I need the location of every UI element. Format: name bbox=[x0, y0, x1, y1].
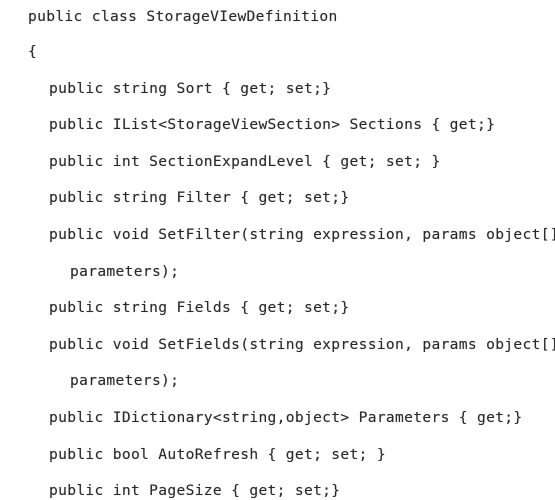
code-line: parameters); bbox=[70, 372, 180, 390]
code-line: public int PageSize { get; set;} bbox=[49, 482, 341, 500]
code-line: parameters); bbox=[70, 262, 180, 280]
code-line: public class StorageVIewDefinition bbox=[28, 8, 338, 25]
code-line: { bbox=[28, 43, 38, 60]
code-line: public string Filter { get; set;} bbox=[49, 189, 350, 207]
code-line: public int SectionExpandLevel { get; set… bbox=[49, 152, 441, 170]
code-line: public IList<StorageViewSection> Section… bbox=[49, 116, 496, 134]
code-line: public string Fields { get; set;} bbox=[49, 299, 350, 317]
page: public class StorageVIewDefinition { publi… bbox=[0, 0, 555, 500]
code-line: public void SetFilter(string expression,… bbox=[49, 225, 555, 243]
code-line: public void SetFields(string expression,… bbox=[49, 335, 555, 353]
code-listing: public class StorageVIewDefinition { publi… bbox=[0, 0, 555, 500]
code-line: public IDictionary<string,object> Parame… bbox=[49, 408, 523, 426]
code-line: public string Sort { get; set;} bbox=[49, 79, 332, 97]
code-line: public bool AutoRefresh { get; set; } bbox=[49, 445, 386, 463]
